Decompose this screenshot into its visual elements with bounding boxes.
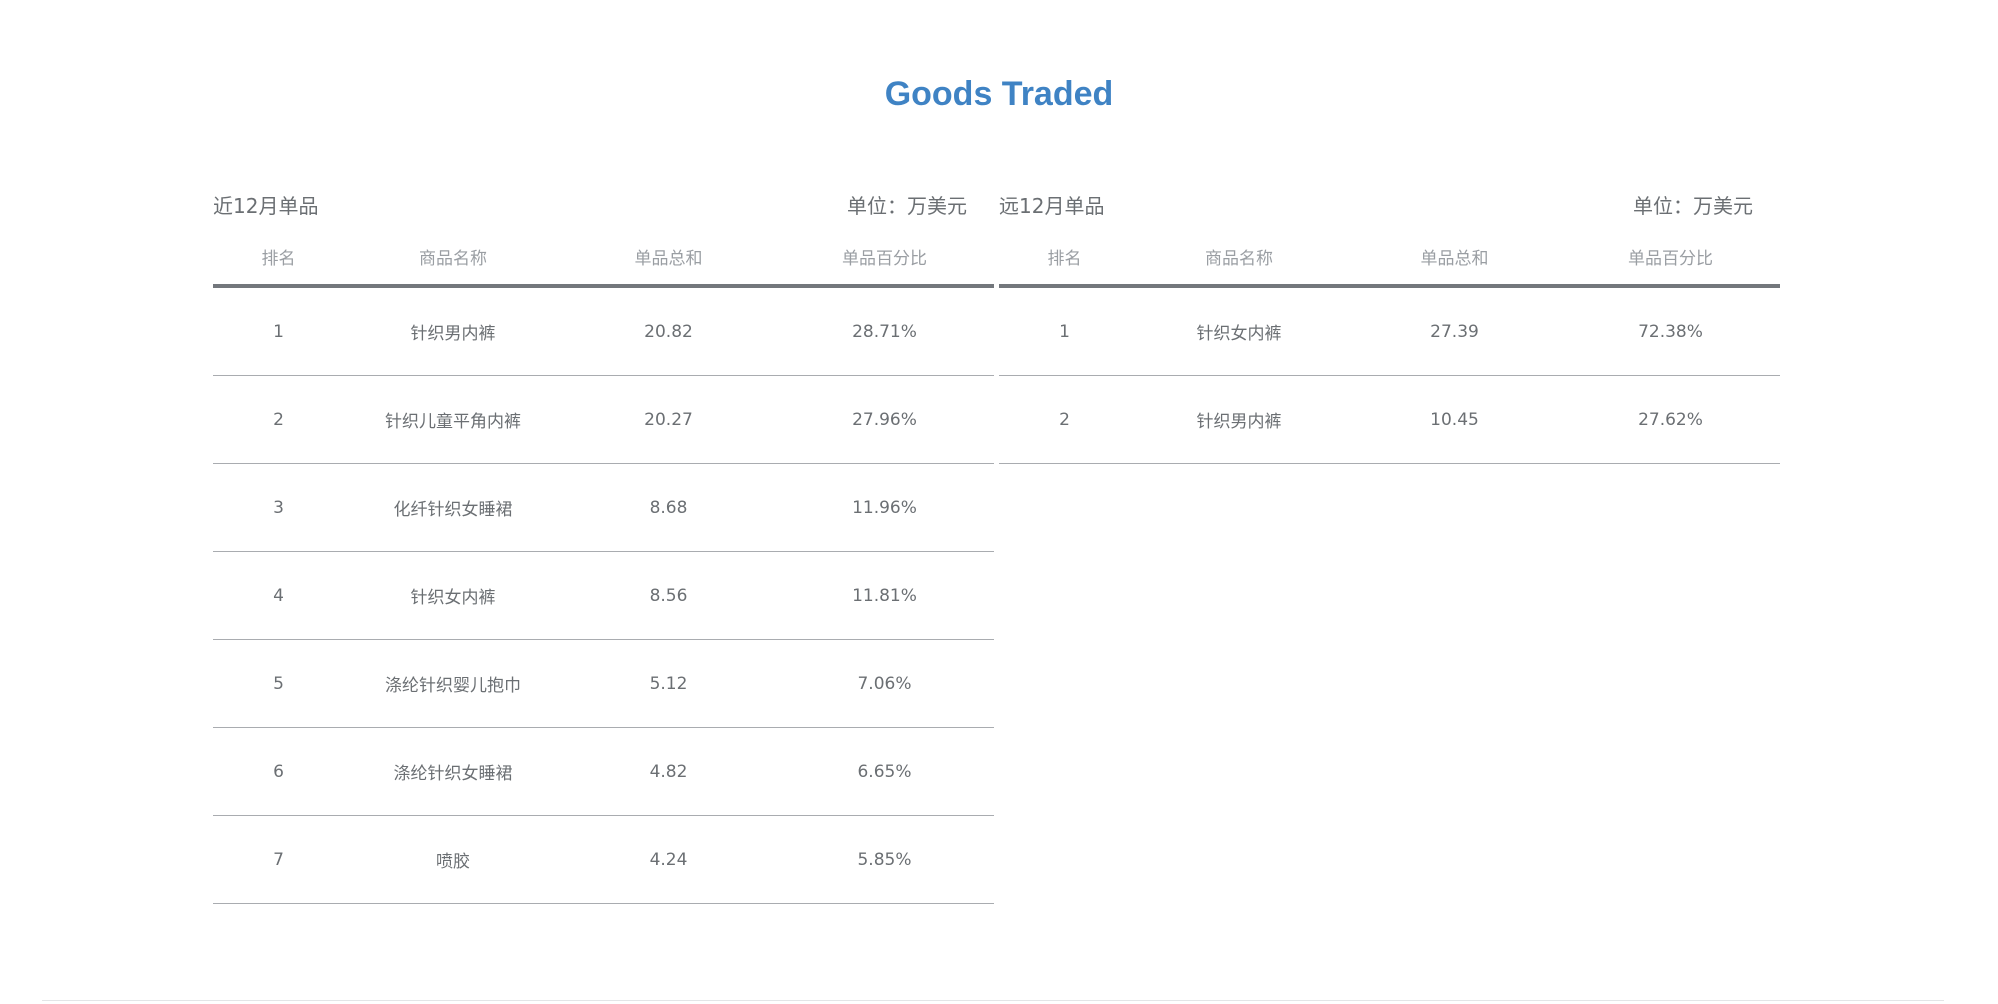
rank-cell: 1 <box>999 286 1130 376</box>
rank-cell: 2 <box>999 375 1130 464</box>
total-cell: 4.24 <box>562 815 775 904</box>
column-header-total: 单品总和 <box>1348 228 1561 288</box>
panel-header: 近12月单品 单位：万美元 <box>213 188 994 228</box>
product-name-cell: 化纤针织女睡裙 <box>344 463 562 552</box>
total-cell: 20.82 <box>562 286 775 376</box>
rank-cell: 6 <box>213 727 344 816</box>
column-header-product-name: 商品名称 <box>1130 228 1348 288</box>
column-header-percentage: 单品百分比 <box>775 228 994 288</box>
column-header-product-name: 商品名称 <box>344 228 562 288</box>
percentage-cell: 72.38% <box>1561 286 1780 376</box>
product-name-cell: 喷胶 <box>344 815 562 904</box>
total-cell: 10.45 <box>1348 375 1561 464</box>
panel-header: 远12月单品 单位：万美元 <box>999 188 1780 228</box>
footer-divider <box>42 1000 1944 1001</box>
panel-caption: 近12月单品 <box>213 194 319 218</box>
table-header-row: 排名 商品名称 单品总和 单品百分比 <box>213 228 994 288</box>
total-cell: 8.56 <box>562 551 775 640</box>
product-name-cell: 针织男内裤 <box>1130 375 1348 464</box>
table-row: 1 针织男内裤 20.82 28.71% <box>213 286 994 376</box>
product-name-cell: 针织女内裤 <box>344 551 562 640</box>
column-header-percentage: 单品百分比 <box>1561 228 1780 288</box>
percentage-cell: 28.71% <box>775 286 994 376</box>
percentage-cell: 11.81% <box>775 551 994 640</box>
table-row: 7 喷胶 4.24 5.85% <box>213 815 994 904</box>
unit-label: 单位：万美元 <box>847 194 967 218</box>
rank-cell: 1 <box>213 286 344 376</box>
table-row: 3 化纤针织女睡裙 8.68 11.96% <box>213 463 994 552</box>
percentage-cell: 5.85% <box>775 815 994 904</box>
table-row: 4 针织女内裤 8.56 11.81% <box>213 551 994 640</box>
total-cell: 20.27 <box>562 375 775 464</box>
panel-caption: 远12月单品 <box>999 194 1105 218</box>
percentage-cell: 6.65% <box>775 727 994 816</box>
table-row: 1 针织女内裤 27.39 72.38% <box>999 286 1780 376</box>
table-row: 2 针织儿童平角内裤 20.27 27.96% <box>213 375 994 464</box>
recent-12-month-table: 排名 商品名称 单品总和 单品百分比 1 针织男内裤 20.82 28.71% … <box>213 228 994 904</box>
previous-12-month-table: 排名 商品名称 单品总和 单品百分比 1 针织女内裤 27.39 72.38% … <box>999 228 1780 464</box>
column-header-total: 单品总和 <box>562 228 775 288</box>
rank-cell: 4 <box>213 551 344 640</box>
table-header-row: 排名 商品名称 单品总和 单品百分比 <box>999 228 1780 288</box>
product-name-cell: 针织男内裤 <box>344 286 562 376</box>
percentage-cell: 11.96% <box>775 463 994 552</box>
product-name-cell: 针织女内裤 <box>1130 286 1348 376</box>
unit-label: 单位：万美元 <box>1633 194 1753 218</box>
percentage-cell: 27.62% <box>1561 375 1780 464</box>
total-cell: 27.39 <box>1348 286 1561 376</box>
column-header-rank: 排名 <box>213 228 344 288</box>
percentage-cell: 27.96% <box>775 375 994 464</box>
table-row: 6 涤纶针织女睡裙 4.82 6.65% <box>213 727 994 816</box>
product-name-cell: 涤纶针织女睡裙 <box>344 727 562 816</box>
rank-cell: 5 <box>213 639 344 728</box>
rank-cell: 3 <box>213 463 344 552</box>
table-row: 5 涤纶针织婴儿抱巾 5.12 7.06% <box>213 639 994 728</box>
rank-cell: 2 <box>213 375 344 464</box>
rank-cell: 7 <box>213 815 344 904</box>
percentage-cell: 7.06% <box>775 639 994 728</box>
recent-12-month-panel: 近12月单品 单位：万美元 排名 商品名称 单品总和 单品百分比 1 针织男内裤… <box>213 188 994 904</box>
total-cell: 8.68 <box>562 463 775 552</box>
table-row: 2 针织男内裤 10.45 27.62% <box>999 375 1780 464</box>
total-cell: 4.82 <box>562 727 775 816</box>
previous-12-month-panel: 远12月单品 单位：万美元 排名 商品名称 单品总和 单品百分比 1 针织女内裤… <box>999 188 1780 464</box>
total-cell: 5.12 <box>562 639 775 728</box>
column-header-rank: 排名 <box>999 228 1130 288</box>
product-name-cell: 涤纶针织婴儿抱巾 <box>344 639 562 728</box>
product-name-cell: 针织儿童平角内裤 <box>344 375 562 464</box>
page-title: Goods Traded <box>884 75 1114 113</box>
